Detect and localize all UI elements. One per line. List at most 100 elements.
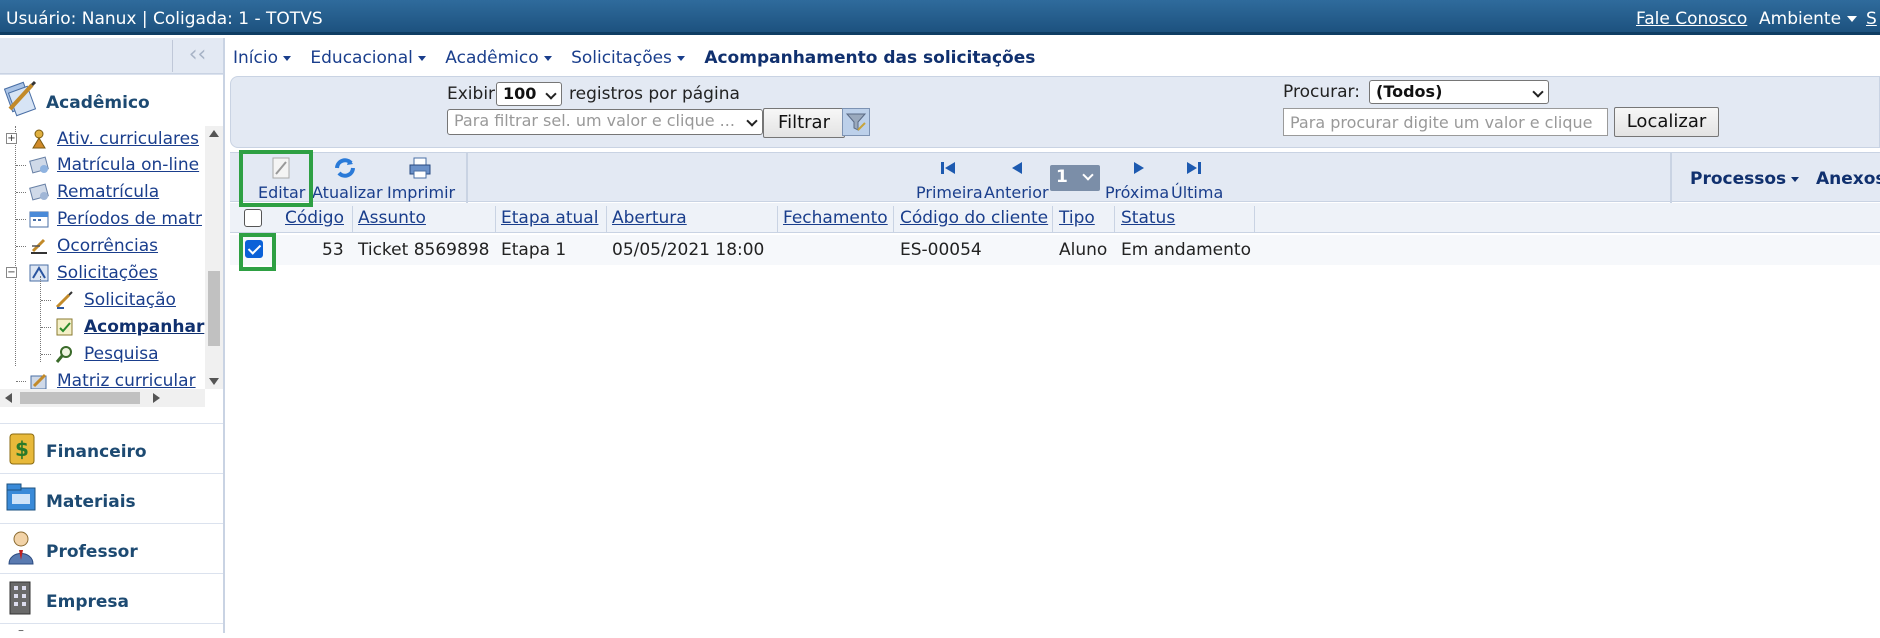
cell-assunto: Ticket 8569898 bbox=[358, 240, 490, 260]
chevron-down-icon bbox=[1082, 169, 1094, 181]
module-academico[interactable]: Acadêmico bbox=[0, 74, 223, 122]
last-page-button[interactable]: Última bbox=[1171, 183, 1223, 202]
module-label: Professor bbox=[46, 542, 138, 562]
chevron-down-icon bbox=[417, 55, 426, 61]
column-header-tipo[interactable]: Tipo bbox=[1059, 208, 1095, 228]
ambiente-menu[interactable]: Ambiente bbox=[1759, 9, 1858, 29]
ambiente-label: Ambiente bbox=[1759, 9, 1842, 29]
grid-header: Código Assunto Etapa atual Abertura Fech… bbox=[230, 203, 1880, 233]
search-button[interactable]: Localizar bbox=[1614, 107, 1719, 137]
column-header-etapa-atual[interactable]: Etapa atual bbox=[501, 208, 598, 228]
table-row[interactable]: 53 Ticket 8569898 Etapa 1 05/05/2021 18:… bbox=[230, 235, 1880, 265]
search-scope-select[interactable]: (Todos) bbox=[1369, 80, 1549, 104]
column-header-codigo-cliente[interactable]: Código do cliente bbox=[900, 208, 1048, 228]
collapse-toggle[interactable]: − bbox=[6, 267, 17, 278]
module-financeiro[interactable]: $ Financeiro bbox=[0, 423, 223, 471]
expand-toggle[interactable]: + bbox=[6, 133, 17, 144]
module-empresa[interactable]: Empresa bbox=[0, 573, 223, 621]
navigation-tree: + Ativ. curriculares Matrícula on-line R… bbox=[0, 126, 205, 389]
contact-link[interactable]: Fale Conosco bbox=[1636, 9, 1747, 29]
occurrence-icon bbox=[31, 238, 47, 254]
trailing-link[interactable]: S bbox=[1866, 9, 1877, 29]
scroll-thumb[interactable] bbox=[20, 392, 140, 404]
search-label: Procurar: bbox=[1283, 82, 1360, 102]
cell-etapa: Etapa 1 bbox=[501, 240, 567, 260]
chevron-down-icon bbox=[1791, 176, 1800, 182]
module-more[interactable] bbox=[0, 623, 223, 633]
clear-filter-button[interactable] bbox=[842, 108, 870, 136]
breadcrumb-item-inicio[interactable]: Início bbox=[233, 48, 291, 68]
previous-page-button[interactable]: Anterior bbox=[984, 183, 1049, 202]
attachments-menu[interactable]: Anexos bbox=[1816, 169, 1880, 189]
search-input[interactable]: Para procurar digite um valor e clique bbox=[1283, 108, 1608, 136]
previous-page-icon[interactable] bbox=[1006, 159, 1026, 177]
refresh-icon bbox=[335, 158, 355, 178]
filter-button[interactable]: Filtrar bbox=[763, 108, 845, 138]
tree-label: Ocorrências bbox=[57, 236, 159, 256]
building-icon bbox=[9, 581, 31, 615]
page-number-select[interactable]: 1 bbox=[1050, 165, 1100, 191]
scroll-right-icon[interactable] bbox=[153, 393, 160, 403]
tree-label: Ativ. curriculares bbox=[57, 129, 199, 149]
column-header-abertura[interactable]: Abertura bbox=[612, 208, 687, 228]
professor-icon bbox=[8, 531, 34, 565]
select-all-checkbox[interactable] bbox=[244, 209, 262, 227]
breadcrumb-item-academico[interactable]: Acadêmico bbox=[445, 48, 552, 68]
tree-horizontal-scrollbar[interactable] bbox=[0, 389, 205, 407]
materials-icon bbox=[6, 483, 36, 511]
module-professor[interactable]: Professor bbox=[0, 523, 223, 571]
chevron-down-icon bbox=[543, 55, 552, 61]
request-pen-icon bbox=[55, 291, 73, 309]
page-title: Acompanhamento das solicitações bbox=[704, 48, 1036, 68]
tree-label: Rematrícula bbox=[57, 182, 160, 202]
tree-label: Acompanhar bbox=[84, 317, 205, 337]
curriculum-icon bbox=[30, 373, 47, 389]
module-materiais[interactable]: Materiais bbox=[0, 473, 223, 521]
breadcrumb: Início Educacional Acadêmico Solicitaçõe… bbox=[233, 48, 1035, 68]
processes-menu[interactable]: Processos bbox=[1690, 169, 1800, 189]
print-button[interactable]: Imprimir bbox=[387, 157, 455, 202]
cell-tipo: Aluno bbox=[1059, 240, 1108, 260]
chevron-down-icon bbox=[545, 88, 557, 100]
top-bar: Usuário: Nanux | Coligada: 1 - TOTVS Fal… bbox=[0, 0, 1880, 35]
enroll-online-icon bbox=[29, 156, 49, 174]
module-label: Empresa bbox=[46, 592, 129, 612]
collapse-sidebar-button[interactable]: ‹‹ bbox=[172, 40, 222, 72]
chevron-down-icon bbox=[1847, 16, 1858, 22]
last-page-icon[interactable] bbox=[1184, 159, 1204, 177]
tree-label: Solicitações bbox=[57, 263, 158, 283]
toolbar: Editar Atualizar Imprimir Primeira Anter… bbox=[230, 152, 1880, 203]
filter-bar: Exibir 100 registros por página Para fil… bbox=[230, 76, 1880, 148]
scroll-thumb[interactable] bbox=[208, 271, 220, 346]
page-size-select[interactable]: 100 bbox=[496, 82, 562, 106]
user-info: Usuário: Nanux | Coligada: 1 - TOTVS bbox=[6, 9, 323, 29]
sidebar-collapse-strip: ‹‹ bbox=[0, 38, 223, 74]
first-page-button[interactable]: Primeira bbox=[916, 183, 983, 202]
tree-vertical-scrollbar[interactable] bbox=[205, 126, 223, 389]
scroll-left-icon[interactable] bbox=[5, 393, 12, 403]
module-label: Materiais bbox=[46, 492, 136, 512]
calendar-icon bbox=[29, 211, 49, 228]
refresh-button[interactable]: Atualizar bbox=[312, 157, 383, 202]
scroll-down-icon[interactable] bbox=[209, 378, 219, 385]
breadcrumb-item-educacional[interactable]: Educacional bbox=[310, 48, 426, 68]
scroll-up-icon[interactable] bbox=[209, 130, 219, 137]
cell-codigo: 53 bbox=[322, 240, 344, 260]
breadcrumb-item-solicitacoes[interactable]: Solicitações bbox=[571, 48, 685, 68]
first-page-icon[interactable] bbox=[938, 159, 958, 177]
chevron-down-icon bbox=[676, 55, 685, 61]
module-label: Financeiro bbox=[46, 442, 147, 462]
column-header-codigo[interactable]: Código bbox=[285, 208, 344, 228]
row-checkbox-highlight-box bbox=[239, 233, 276, 271]
wrench-icon bbox=[18, 630, 24, 632]
next-page-button[interactable]: Próxima bbox=[1105, 183, 1169, 202]
filter-value-select[interactable]: Para filtrar sel. um valor e clique ... bbox=[447, 109, 763, 135]
cell-abertura: 05/05/2021 18:00 bbox=[612, 240, 765, 260]
next-page-icon[interactable] bbox=[1130, 159, 1150, 177]
column-header-status[interactable]: Status bbox=[1121, 208, 1175, 228]
column-header-fechamento[interactable]: Fechamento bbox=[783, 208, 888, 228]
reenroll-icon bbox=[29, 183, 49, 201]
edit-highlight-box bbox=[239, 150, 313, 207]
column-header-assunto[interactable]: Assunto bbox=[358, 208, 426, 228]
tree-label: Matriz curricular bbox=[57, 371, 196, 389]
